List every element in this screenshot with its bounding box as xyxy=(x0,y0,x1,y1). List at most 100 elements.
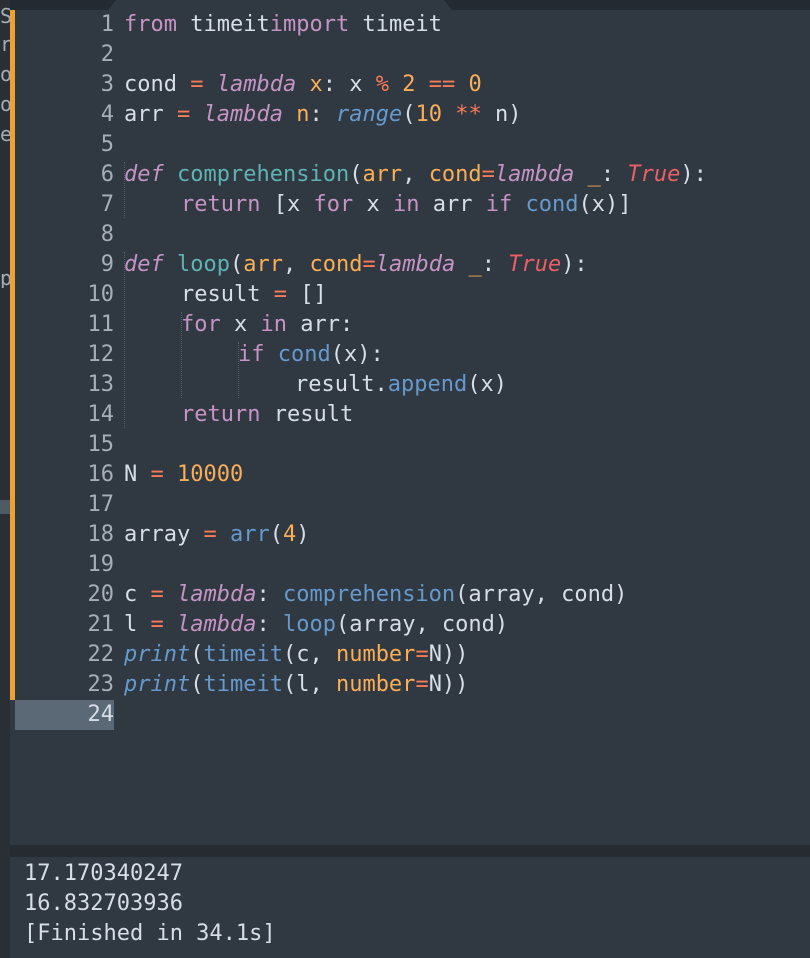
code-token: _ xyxy=(468,252,482,277)
code-token: % xyxy=(375,72,389,97)
code-token: ( xyxy=(229,252,244,277)
code-token: result. xyxy=(295,372,388,397)
indent-guide xyxy=(124,162,125,218)
code-token: cond xyxy=(124,72,191,97)
code-token: n xyxy=(296,102,310,127)
code-token: (x) xyxy=(467,372,507,397)
line-number: 12 xyxy=(87,342,115,367)
line-number: 15 xyxy=(87,432,115,457)
code-token: 10000 xyxy=(177,462,244,487)
code-token: arr xyxy=(124,102,177,127)
code-token: (l, xyxy=(282,672,336,697)
code-token: ** xyxy=(455,102,482,127)
line-number: 13 xyxy=(87,372,115,397)
code-token: N)) xyxy=(428,642,469,667)
left-strip-fragment: o xyxy=(0,64,10,84)
line-number: 5 xyxy=(100,132,114,157)
code-token: : xyxy=(256,612,283,637)
left-strip-fragment: p xyxy=(0,268,10,288)
code-token: in xyxy=(260,312,288,337)
code-token: import xyxy=(269,12,350,37)
code-token: l xyxy=(124,612,151,637)
code-line: print(timeit(c, number=N)) xyxy=(124,640,468,670)
line-number: 22 xyxy=(87,642,115,667)
code-line: if cond(x): xyxy=(238,340,384,370)
code-token: : xyxy=(600,162,628,187)
build-output-panel[interactable]: 17.170340247 16.832703936 [Finished in 3… xyxy=(10,857,810,958)
code-token: print xyxy=(124,642,191,667)
code-token: (x): xyxy=(330,342,384,367)
left-strip-fragment: r xyxy=(0,34,10,54)
line-number: 10 xyxy=(87,282,115,307)
code-token: ( xyxy=(402,102,416,127)
code-line: for x in arr: xyxy=(181,310,353,340)
indent-guide xyxy=(238,342,239,398)
code-token: print xyxy=(124,672,191,697)
code-token: x xyxy=(309,72,323,97)
code-token: comprehension xyxy=(282,582,456,607)
tab-bar xyxy=(10,0,810,10)
line-number: 14 xyxy=(87,402,115,427)
line-number: 1 xyxy=(100,12,114,37)
code-token: = xyxy=(415,642,429,667)
code-line: result = [] xyxy=(181,280,327,310)
line-number: 23 xyxy=(87,672,115,697)
code-token: for xyxy=(181,312,221,337)
code-token: ): xyxy=(680,162,707,187)
code-line: return [x for x in arr if cond(x)] xyxy=(181,190,631,220)
code-token: cond xyxy=(525,192,579,217)
code-token: (array, cond) xyxy=(455,582,628,607)
code-line: cond = lambda x: x % 2 == 0 xyxy=(124,70,482,100)
code-token: 0 xyxy=(468,72,482,97)
left-strip-fragment: S xyxy=(0,6,10,26)
code-token: lambda xyxy=(203,102,283,127)
output-panel-divider[interactable] xyxy=(10,845,810,857)
code-token: : x xyxy=(322,72,376,97)
code-token: cond xyxy=(277,342,331,367)
code-line: array = arr(4) xyxy=(124,520,309,550)
line-number: 3 xyxy=(100,72,114,97)
code-token: c xyxy=(124,582,151,607)
code-token: = xyxy=(203,522,217,547)
code-token: = xyxy=(150,612,164,637)
code-token: : xyxy=(481,252,509,277)
line-number: 2 xyxy=(100,42,114,67)
code-token: cond xyxy=(428,162,482,187)
code-token: result xyxy=(181,282,274,307)
code-token: (array, cond) xyxy=(335,612,509,637)
code-line: N = 10000 xyxy=(124,460,243,490)
line-number: 18 xyxy=(87,522,115,547)
code-token: 2 xyxy=(402,72,416,97)
code-token: comprehension xyxy=(177,162,350,187)
code-editor[interactable]: 1 2 3 4 5 6 7 8 9 10 11 12 13 14 15 16 17 18 19 20 21 22 23 24 … xyxy=(15,10,810,845)
line-number: 20 xyxy=(87,582,115,607)
code-token: , xyxy=(282,252,310,277)
line-number: 19 xyxy=(87,552,115,577)
line-number: 7 xyxy=(100,192,114,217)
output-status-line: [Finished in 34.1s] xyxy=(24,921,276,946)
code-token: 10 xyxy=(415,102,442,127)
code-line: c = lambda: comprehension(array, cond) xyxy=(124,580,627,610)
code-token: ) xyxy=(296,522,310,547)
code-token: = xyxy=(481,162,495,187)
code-token: in xyxy=(392,192,420,217)
code-token: [x xyxy=(273,192,314,217)
indent-guide xyxy=(124,252,125,428)
code-token: ): xyxy=(561,252,588,277)
code-token: ( xyxy=(190,642,204,667)
code-token: lambda xyxy=(216,72,297,97)
line-number: 17 xyxy=(87,492,115,517)
left-strip-fragment: e xyxy=(0,124,10,144)
code-token: arr xyxy=(229,522,270,547)
code-token: result xyxy=(273,402,354,427)
code-token: number xyxy=(335,642,416,667)
code-line: l = lambda: loop(array, cond) xyxy=(124,610,508,640)
code-token: (c, xyxy=(282,642,336,667)
code-line: def loop(arr, cond=lambda _: True): xyxy=(124,250,588,280)
code-token: def xyxy=(124,252,164,277)
tab-active-file[interactable] xyxy=(108,0,452,10)
code-token: 4 xyxy=(282,522,297,547)
code-line: def comprehension(arr, cond=lambda _: Tr… xyxy=(124,160,707,190)
code-token: number xyxy=(335,672,416,697)
code-token: n) xyxy=(494,102,522,127)
